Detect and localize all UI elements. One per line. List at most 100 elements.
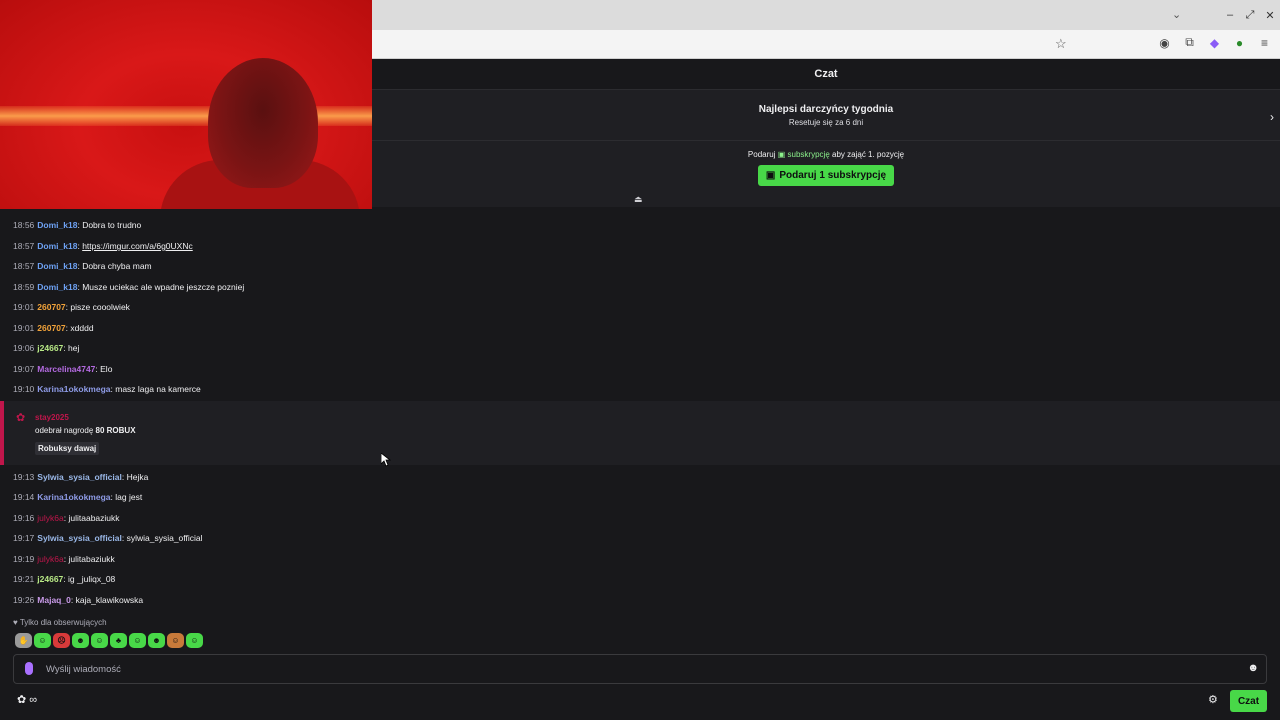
emote-icon[interactable]: ☻ <box>72 633 89 648</box>
menu-icon[interactable]: ≡ <box>1257 35 1272 50</box>
emote-icon[interactable]: ☺ <box>34 633 51 648</box>
chat-input[interactable] <box>46 661 1226 678</box>
leaderboard-panel[interactable]: Najlepsi darczyńcy tygodnia Resetuje się… <box>372 90 1280 141</box>
message-time: 19:26 <box>13 595 35 605</box>
chat-message: 19:26 Majaq_0: kaja_klawikowska <box>13 595 144 605</box>
chat-message: 18:59 Domi_k18: Musze uciekac ale wpadne … <box>13 282 245 292</box>
chat-message: 19:01 260707: xdddd <box>13 323 94 333</box>
gear-icon[interactable]: ⚙ <box>1208 693 1218 706</box>
message-username[interactable]: Domi_k18 <box>37 220 77 230</box>
message-time: 19:01 <box>13 302 35 312</box>
chat-message: 18:57 Domi_k18: Dobra chyba mam <box>13 261 152 271</box>
message-time: 19:16 <box>13 513 35 523</box>
message-text: julitabaziukk <box>68 554 115 564</box>
message-username[interactable]: Sylwia_sysia_official <box>37 533 122 543</box>
points-value: ∞ <box>29 694 38 706</box>
bookmark-star-icon[interactable]: ☆ <box>1055 36 1067 52</box>
emote-icon[interactable]: ☺ <box>91 633 108 648</box>
reward-name: 80 ROBUX <box>95 426 136 435</box>
message-link[interactable]: https://imgur.com/a/6g0UXNc <box>82 241 193 251</box>
emote-icon[interactable]: ☻ <box>148 633 165 648</box>
message-username[interactable]: Sylwia_sysia_official <box>37 472 122 482</box>
message-time: 19:10 <box>13 384 35 394</box>
chevron-right-icon[interactable]: › <box>1270 110 1274 124</box>
message-username[interactable]: Majaq_0 <box>37 595 71 605</box>
message-time: 18:59 <box>13 282 35 292</box>
chat-header: Czat <box>372 59 1280 90</box>
chat-message: 19:06 j24667: hej <box>13 343 80 353</box>
emote-icon[interactable]: ☺ <box>186 633 203 648</box>
profile-icon[interactable]: ◉ <box>1157 35 1172 50</box>
message-text: Dobra to trudno <box>82 220 142 230</box>
message-username[interactable]: Marcelina4747 <box>37 364 95 374</box>
message-username[interactable]: 260707 <box>37 323 65 333</box>
message-text: sylwia_sysia_official <box>126 533 203 543</box>
message-text: Elo <box>100 364 113 374</box>
reward-redemption: ✿ stay2025 odebrał nagrodę 80 ROBUX Robu… <box>0 401 1280 465</box>
followers-only-notice: ♥ Tylko dla obserwujących <box>13 618 107 627</box>
message-text: julitaabaziukk <box>68 513 120 523</box>
message-username[interactable]: j24667 <box>37 574 63 584</box>
leaderboard-title: Najlepsi darczyńcy tygodnia <box>758 104 894 115</box>
close-icon[interactable]: ✕ <box>1260 9 1280 22</box>
reward-username[interactable]: stay2025 <box>35 413 69 422</box>
message-username[interactable]: Karina1okokmega <box>37 492 110 502</box>
chat-message: 18:56 Domi_k18: Dobra to trudno <box>13 220 142 230</box>
message-time: 19:07 <box>13 364 35 374</box>
minimize-icon[interactable]: – <box>1220 9 1240 21</box>
points-icon: ✿ <box>17 694 27 706</box>
gift-icon: ▣ <box>777 150 786 159</box>
message-username[interactable]: Karina1okokmega <box>37 384 110 394</box>
chat-message: 19:17 Sylwia_sysia_official: sylwia_sysia… <box>13 533 203 543</box>
message-username[interactable]: julyk6a <box>37 513 63 523</box>
mouse-cursor-icon <box>381 453 391 467</box>
extension-purple-icon[interactable]: ◆ <box>1207 35 1222 50</box>
chat-message: 19:16 julyk6a: julitaabaziukk <box>13 513 120 523</box>
gift-box-icon: ▣ <box>765 170 776 181</box>
emote-icon[interactable]: ☺ <box>129 633 146 648</box>
message-username[interactable]: Domi_k18 <box>37 241 77 251</box>
message-text: xdddd <box>70 323 94 333</box>
message-text: hej <box>68 343 80 353</box>
emoji-icon[interactable]: ☻ <box>1247 662 1259 674</box>
emote-icon[interactable]: ☹ <box>53 633 70 648</box>
chat-input-box[interactable]: ☻ <box>13 654 1267 684</box>
message-time: 18:57 <box>13 261 35 271</box>
reward-line-prefix: odebrał nagrodę <box>35 426 94 435</box>
emote-icon[interactable]: ♣ <box>110 633 127 648</box>
message-time: 19:19 <box>13 554 35 564</box>
chat-send-button[interactable]: Czat <box>1230 690 1267 712</box>
gift-sub-button[interactable]: ▣ Podaruj 1 subskrypcję <box>757 165 895 186</box>
tab-list-chevron-icon[interactable]: ⌄ <box>1172 8 1181 21</box>
channel-points-button[interactable]: ✿ ∞ <box>17 693 37 706</box>
maximize-icon[interactable]: ⤢ <box>1240 9 1260 22</box>
chat-message: 19:10 Karina1okokmega: masz laga na kamer… <box>13 384 201 394</box>
message-username[interactable]: 260707 <box>37 302 65 312</box>
chat-message: 19:14 Karina1okokmega: lag jest <box>13 492 143 502</box>
message-time: 19:01 <box>13 323 35 333</box>
message-time: 19:06 <box>13 343 35 353</box>
extension-green-icon[interactable]: ● <box>1232 35 1247 50</box>
message-time: 19:17 <box>13 533 35 543</box>
gift-sub-button-label: Podaruj 1 subskrypcję <box>779 170 887 181</box>
webcam-overlay <box>0 0 372 209</box>
extensions-icon[interactable]: ⧉ <box>1182 35 1197 50</box>
message-time: 19:21 <box>13 574 35 584</box>
message-text: kaja_klawikowska <box>75 595 144 605</box>
emote-icon[interactable]: ✋ <box>15 633 32 648</box>
gift-panel: Podaruj ▣ subskrypcję aby zająć 1. pozyc… <box>372 141 1280 207</box>
message-username[interactable]: Domi_k18 <box>37 282 77 292</box>
message-username[interactable]: julyk6a <box>37 554 63 564</box>
message-time: 18:57 <box>13 241 35 251</box>
collapse-icon[interactable]: ⏏ <box>634 194 643 205</box>
browser-toolbar: ◉ ⧉ ◆ ● ≡ <box>1157 35 1272 50</box>
microphone-icon[interactable] <box>25 662 33 675</box>
chat-message: 19:07 Marcelina4747: Elo <box>13 364 113 374</box>
emote-bar: ✋ ☺ ☹ ☻ ☺ ♣ ☺ ☻ ☺ ☺ <box>15 633 203 648</box>
message-username[interactable]: j24667 <box>37 343 63 353</box>
emote-icon[interactable]: ☺ <box>167 633 184 648</box>
message-username[interactable]: Domi_k18 <box>37 261 77 271</box>
window-controls: – ⤢ ✕ <box>1220 0 1280 30</box>
leaderboard-subtitle: Resetuje się za 6 dni <box>788 118 864 127</box>
gift-line: Podaruj ▣ subskrypcję aby zająć 1. pozyc… <box>372 150 1280 159</box>
